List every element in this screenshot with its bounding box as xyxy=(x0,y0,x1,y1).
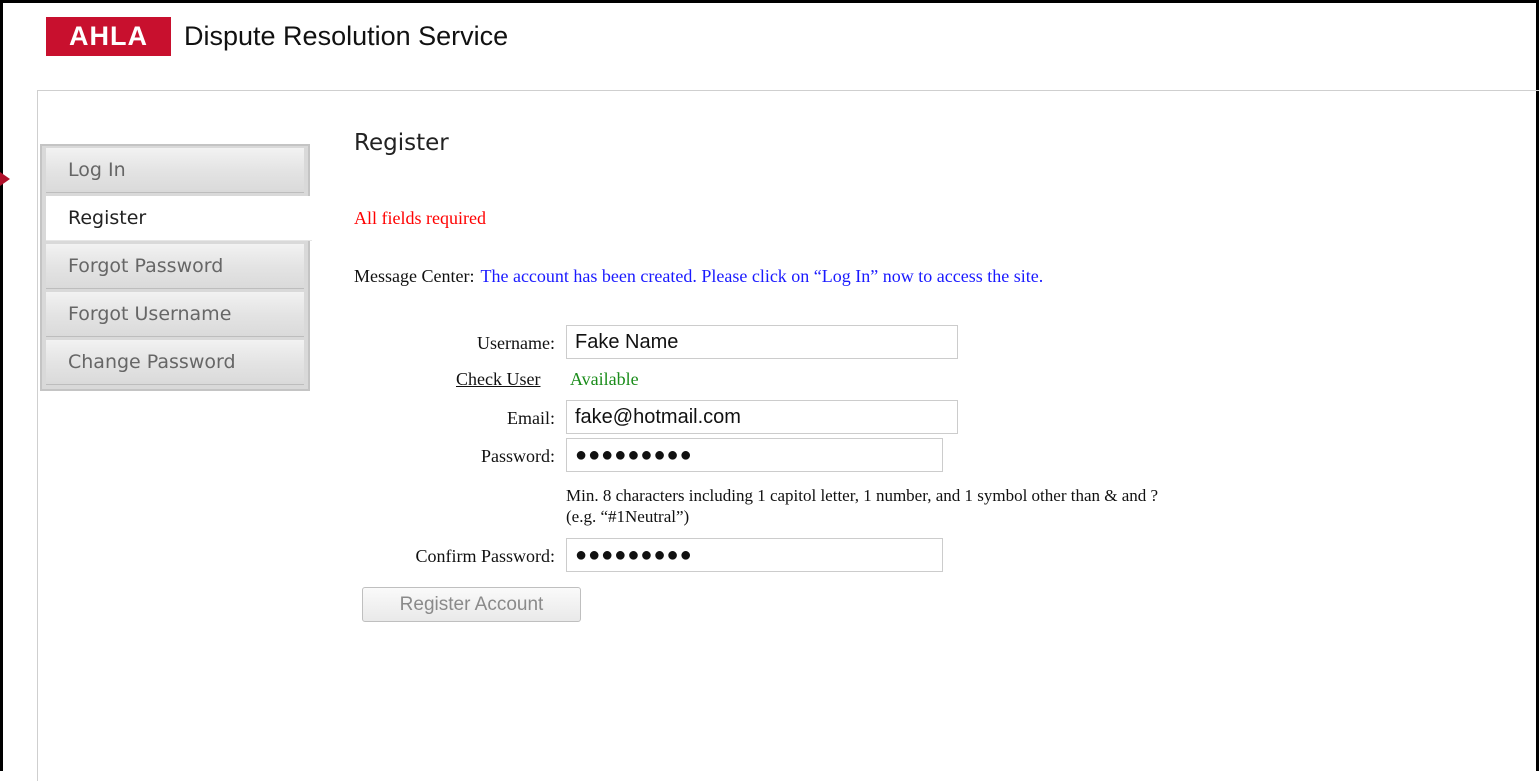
password-hint: Min. 8 characters including 1 capitol le… xyxy=(566,485,1158,527)
required-note: All fields required xyxy=(354,208,486,228)
message-center: Message Center: The account has been crea… xyxy=(354,266,1043,287)
register-account-button[interactable]: Register Account xyxy=(362,587,581,622)
confirm-password-input[interactable] xyxy=(566,538,943,572)
username-input[interactable] xyxy=(566,325,958,359)
side-nav: Log In Register Forgot Password Forgot U… xyxy=(40,144,312,391)
ahla-logo[interactable]: AHLA xyxy=(46,17,171,56)
password-hint-line-1: Min. 8 characters including 1 capitol le… xyxy=(566,486,1159,505)
site-header: AHLA Dispute Resolution Service xyxy=(0,0,1539,80)
password-label: Password: xyxy=(480,446,555,466)
window-left-border xyxy=(0,0,3,771)
nav-item-forgot-password[interactable]: Forgot Password xyxy=(46,244,304,289)
nav-item-log-in[interactable]: Log In xyxy=(46,148,304,193)
nav-item-change-password[interactable]: Change Password xyxy=(46,340,304,385)
page-title: Register xyxy=(354,130,449,156)
username-availability-status: Available xyxy=(570,369,639,389)
email-input[interactable] xyxy=(566,400,958,434)
confirm-password-label: Confirm Password: xyxy=(415,546,556,566)
nav-item-forgot-username[interactable]: Forgot Username xyxy=(46,292,304,337)
password-hint-line-2: (e.g. “#1Neutral”) xyxy=(566,507,690,526)
email-label: Email: xyxy=(507,408,555,428)
username-label: Username: xyxy=(477,333,555,353)
message-center-text: The account has been created. Please cli… xyxy=(480,266,1044,286)
message-center-label: Message Center: xyxy=(354,266,475,286)
nav-item-register[interactable]: Register xyxy=(46,196,312,241)
pointer-arrow-icon xyxy=(0,172,10,186)
site-title: Dispute Resolution Service xyxy=(184,21,509,51)
check-user-link[interactable]: Check User xyxy=(456,369,540,390)
password-input[interactable] xyxy=(566,438,943,472)
